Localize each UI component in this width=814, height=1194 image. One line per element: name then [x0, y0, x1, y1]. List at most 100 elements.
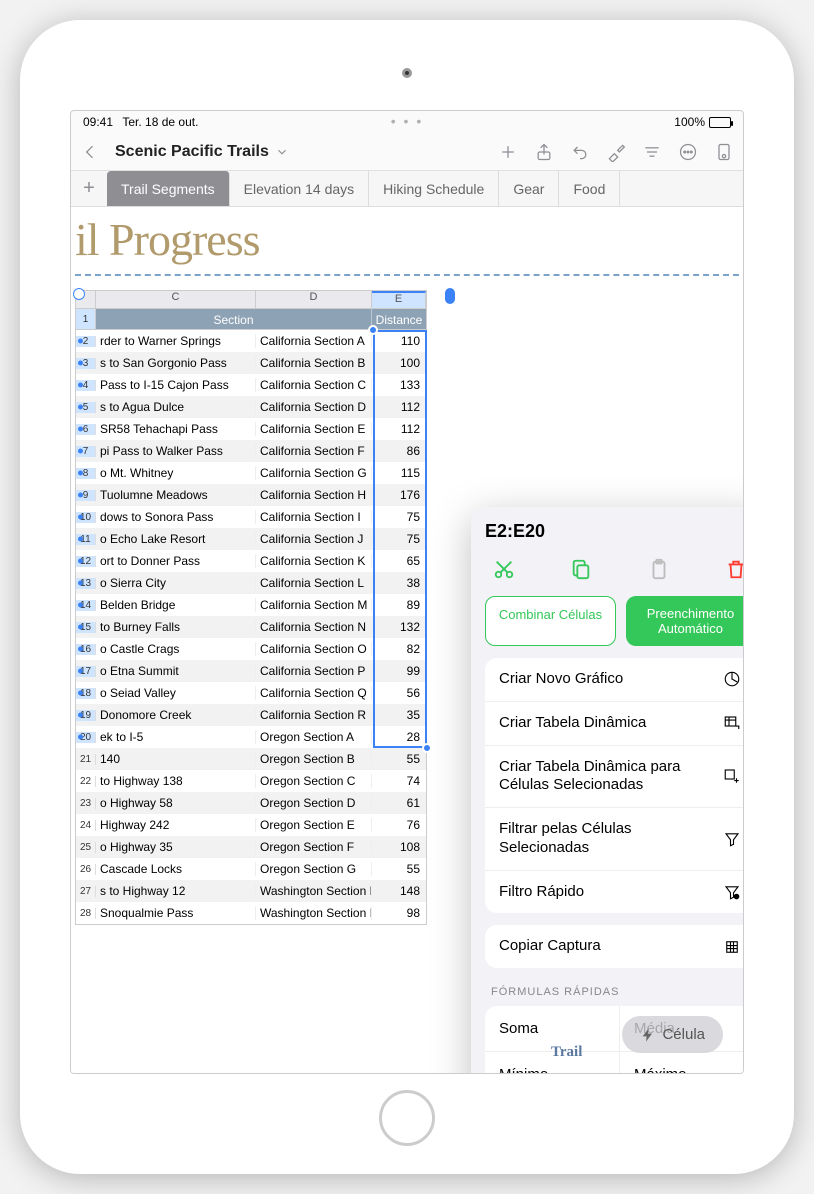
cell-e[interactable]: 61 — [372, 796, 426, 810]
cell-d[interactable]: California Section F — [256, 444, 372, 458]
cell-c[interactable]: s to Agua Dulce — [96, 400, 256, 414]
cell-e[interactable]: 75 — [372, 532, 426, 546]
paste-icon[interactable] — [646, 556, 672, 582]
table-row[interactable]: 9Tuolumne MeadowsCalifornia Section H176 — [76, 484, 426, 506]
cell-c[interactable]: to Burney Falls — [96, 620, 256, 634]
cell-c[interactable]: Belden Bridge — [96, 598, 256, 612]
cell-c[interactable]: s to Highway 12 — [96, 884, 256, 898]
cell-d[interactable]: Washington Section H — [256, 884, 372, 898]
cell-e[interactable]: 133 — [372, 378, 426, 392]
row-index[interactable]: 28 — [76, 908, 96, 919]
cut-icon[interactable] — [491, 556, 517, 582]
table-row[interactable]: 3s to San Gorgonio PassCalifornia Sectio… — [76, 352, 426, 374]
table-row[interactable]: 4Pass to I-15 Cajon PassCalifornia Secti… — [76, 374, 426, 396]
cell-e[interactable]: 112 — [372, 422, 426, 436]
cell-c[interactable]: ort to Donner Pass — [96, 554, 256, 568]
autofill-button[interactable]: Preenchimento Automático — [626, 596, 743, 646]
row-index[interactable]: 25 — [76, 842, 96, 853]
row-index[interactable]: 6 — [76, 424, 96, 435]
table-row[interactable]: 8o Mt. WhitneyCalifornia Section G115 — [76, 462, 426, 484]
row-index[interactable]: 17 — [76, 666, 96, 677]
cell-d[interactable]: Oregon Section A — [256, 730, 372, 744]
menu-pivot-table[interactable]: Criar Tabela Dinâmica — [485, 702, 743, 746]
menu-new-chart[interactable]: Criar Novo Gráfico — [485, 658, 743, 702]
cell-e[interactable]: 132 — [372, 620, 426, 634]
cell-c[interactable]: pi Pass to Walker Pass — [96, 444, 256, 458]
table-row[interactable]: 27s to Highway 12Washington Section H148 — [76, 880, 426, 902]
document-title[interactable]: Scenic Pacific Trails — [115, 143, 289, 161]
formula-max[interactable]: Máximo — [620, 1052, 743, 1073]
cell-e[interactable]: 148 — [372, 884, 426, 898]
column-add-handle[interactable] — [445, 288, 455, 304]
cell-c[interactable]: SR58 Tehachapi Pass — [96, 422, 256, 436]
cell-c[interactable]: rder to Warner Springs — [96, 334, 256, 348]
cell-d[interactable]: California Section G — [256, 466, 372, 480]
cell-c[interactable]: Tuolumne Meadows — [96, 488, 256, 502]
cell-c[interactable]: Highway 242 — [96, 818, 256, 832]
cell-fab-button[interactable]: Célula — [622, 1016, 723, 1053]
insert-icon[interactable] — [497, 141, 519, 163]
cell-e[interactable]: 56 — [372, 686, 426, 700]
header-distance[interactable]: Distance — [372, 309, 426, 329]
row-index[interactable]: 18 — [76, 688, 96, 699]
row-index[interactable]: 26 — [76, 864, 96, 875]
cell-e[interactable]: 112 — [372, 400, 426, 414]
selection-handle-top[interactable] — [368, 325, 378, 335]
row-index[interactable]: 8 — [76, 468, 96, 479]
row-index[interactable]: 7 — [76, 446, 96, 457]
cell-c[interactable]: Donomore Creek — [96, 708, 256, 722]
table-row[interactable]: 15to Burney FallsCalifornia Section N132 — [76, 616, 426, 638]
cell-d[interactable]: California Section J — [256, 532, 372, 546]
format-brush-icon[interactable] — [605, 141, 627, 163]
row-index[interactable]: 13 — [76, 578, 96, 589]
cell-d[interactable]: Oregon Section D — [256, 796, 372, 810]
cell-d[interactable]: Oregon Section F — [256, 840, 372, 854]
row-index-1[interactable]: 1 — [76, 309, 96, 329]
table-row[interactable]: 26Cascade LocksOregon Section G55 — [76, 858, 426, 880]
cell-d[interactable]: California Section R — [256, 708, 372, 722]
undo-icon[interactable] — [569, 141, 591, 163]
table-row[interactable]: 28Snoqualmie PassWashington Section I98 — [76, 902, 426, 924]
table-row[interactable]: 21140Oregon Section B55 — [76, 748, 426, 770]
cell-d[interactable]: California Section L — [256, 576, 372, 590]
table-row[interactable]: 18o Seiad ValleyCalifornia Section Q56 — [76, 682, 426, 704]
cell-e[interactable]: 55 — [372, 752, 426, 766]
cell-c[interactable]: o Echo Lake Resort — [96, 532, 256, 546]
row-index[interactable]: 14 — [76, 600, 96, 611]
column-header-c[interactable]: C — [96, 291, 256, 308]
cell-d[interactable]: California Section N — [256, 620, 372, 634]
cell-e[interactable]: 38 — [372, 576, 426, 590]
row-index[interactable]: 27 — [76, 886, 96, 897]
cell-d[interactable]: Oregon Section C — [256, 774, 372, 788]
row-index[interactable]: 9 — [76, 490, 96, 501]
table-row[interactable]: 12ort to Donner PassCalifornia Section K… — [76, 550, 426, 572]
menu-pivot-selected[interactable]: Criar Tabela Dinâmica para Células Selec… — [485, 746, 743, 809]
selection-handle-bottom[interactable] — [422, 743, 432, 753]
cell-c[interactable]: to Highway 138 — [96, 774, 256, 788]
cell-e[interactable]: 75 — [372, 510, 426, 524]
table-row[interactable]: 17o Etna SummitCalifornia Section P99 — [76, 660, 426, 682]
tab-gear[interactable]: Gear — [499, 171, 559, 206]
row-index[interactable]: 21 — [76, 754, 96, 765]
cell-d[interactable]: Oregon Section B — [256, 752, 372, 766]
cell-e[interactable]: 89 — [372, 598, 426, 612]
table-row[interactable]: 19Donomore CreekCalifornia Section R35 — [76, 704, 426, 726]
merge-cells-button[interactable]: Combinar Células — [485, 596, 616, 646]
row-index[interactable]: 24 — [76, 820, 96, 831]
cell-c[interactable]: s to San Gorgonio Pass — [96, 356, 256, 370]
cell-d[interactable]: California Section O — [256, 642, 372, 656]
cell-d[interactable]: Oregon Section E — [256, 818, 372, 832]
cell-d[interactable]: California Section I — [256, 510, 372, 524]
delete-icon[interactable] — [723, 556, 743, 582]
row-index[interactable]: 10 — [76, 512, 96, 523]
tab-food[interactable]: Food — [559, 171, 620, 206]
cell-c[interactable]: o Castle Crags — [96, 642, 256, 656]
cell-e[interactable]: 108 — [372, 840, 426, 854]
cell-d[interactable]: California Section C — [256, 378, 372, 392]
row-index[interactable]: 20 — [76, 732, 96, 743]
spreadsheet-canvas[interactable]: il Progress C D E 1 Section Distance 2rd… — [71, 207, 743, 1073]
table-row[interactable]: 25o Highway 35Oregon Section F108 — [76, 836, 426, 858]
cell-e[interactable]: 100 — [372, 356, 426, 370]
cell-c[interactable]: Pass to I-15 Cajon Pass — [96, 378, 256, 392]
cell-e[interactable]: 35 — [372, 708, 426, 722]
